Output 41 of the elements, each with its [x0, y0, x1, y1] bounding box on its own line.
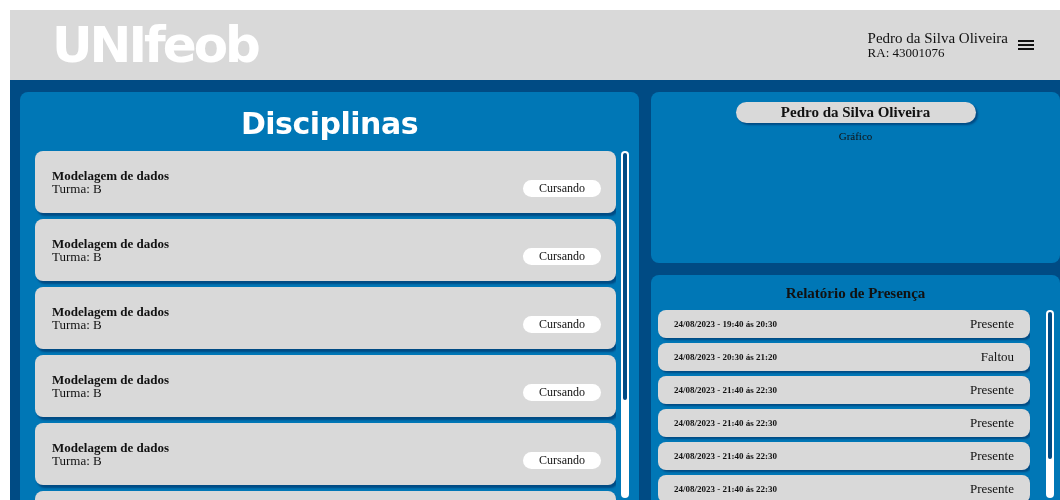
attendance-date: 24/08/2023 - 21:40 ás 22:30: [674, 418, 777, 428]
course-card[interactable]: Modelagem de dados Turma: B Cursando: [35, 151, 616, 213]
course-name: Modelagem de dados: [52, 373, 169, 386]
course-name: Modelagem de dados: [52, 237, 169, 250]
course-class: Turma: B: [52, 454, 102, 467]
course-card[interactable]: Modelagem de dados Turma: B Cursando: [35, 355, 616, 417]
course-name: Modelagem de dados: [52, 169, 169, 182]
menu-icon[interactable]: [1018, 39, 1034, 51]
attendance-date: 24/08/2023 - 19:40 ás 20:30: [674, 319, 777, 329]
course-card[interactable]: Modelagem de dados Turma: B Cursando: [35, 423, 616, 485]
course-class: Turma: B: [52, 250, 102, 263]
attendance-status: Presente: [969, 481, 1014, 497]
attendance-status: Faltou: [980, 349, 1014, 365]
status-badge: Cursando: [523, 451, 601, 469]
course-class: Turma: B: [52, 182, 102, 195]
attendance-status: Presente: [969, 382, 1014, 398]
panel-title: Relatório de Presença: [784, 285, 927, 302]
status-badge: Cursando: [523, 315, 601, 333]
status-badge: Cursando: [523, 179, 601, 197]
chart-label: Gráfico: [838, 130, 873, 142]
attendance-status: Presente: [969, 415, 1014, 431]
status-badge: Cursando: [523, 383, 601, 401]
scrollbar[interactable]: [1046, 310, 1054, 498]
panel-title: Disciplinas: [239, 106, 420, 141]
user-ra: RA: 43001076: [867, 46, 946, 59]
course-card[interactable]: Modelagem de dados Turma: B Cursando: [35, 219, 616, 281]
attendance-date: 24/08/2023 - 21:40 ás 22:30: [674, 484, 777, 494]
attendance-status: Presente: [969, 316, 1014, 332]
scrollbar[interactable]: [621, 151, 629, 498]
user-name: Pedro da Silva Oliveira: [867, 31, 1008, 46]
course-name: Modelagem de dados: [52, 305, 169, 318]
course-name: Modelagem de dados: [52, 441, 169, 454]
attendance-status: Presente: [969, 448, 1014, 464]
course-class: Turma: B: [52, 318, 102, 331]
course-card[interactable]: Modelagem de dados Turma: B Cursando: [35, 287, 616, 349]
attendance-date: 24/08/2023 - 21:40 ás 22:30: [674, 451, 777, 461]
attendance-date: 24/08/2023 - 21:40 ás 22:30: [674, 385, 777, 395]
attendance-date: 24/08/2023 - 20:30 ás 21:20: [674, 352, 777, 362]
status-badge: Cursando: [523, 247, 601, 265]
student-name: Pedro da Silva Oliveira: [735, 102, 976, 123]
course-class: Turma: B: [52, 386, 102, 399]
